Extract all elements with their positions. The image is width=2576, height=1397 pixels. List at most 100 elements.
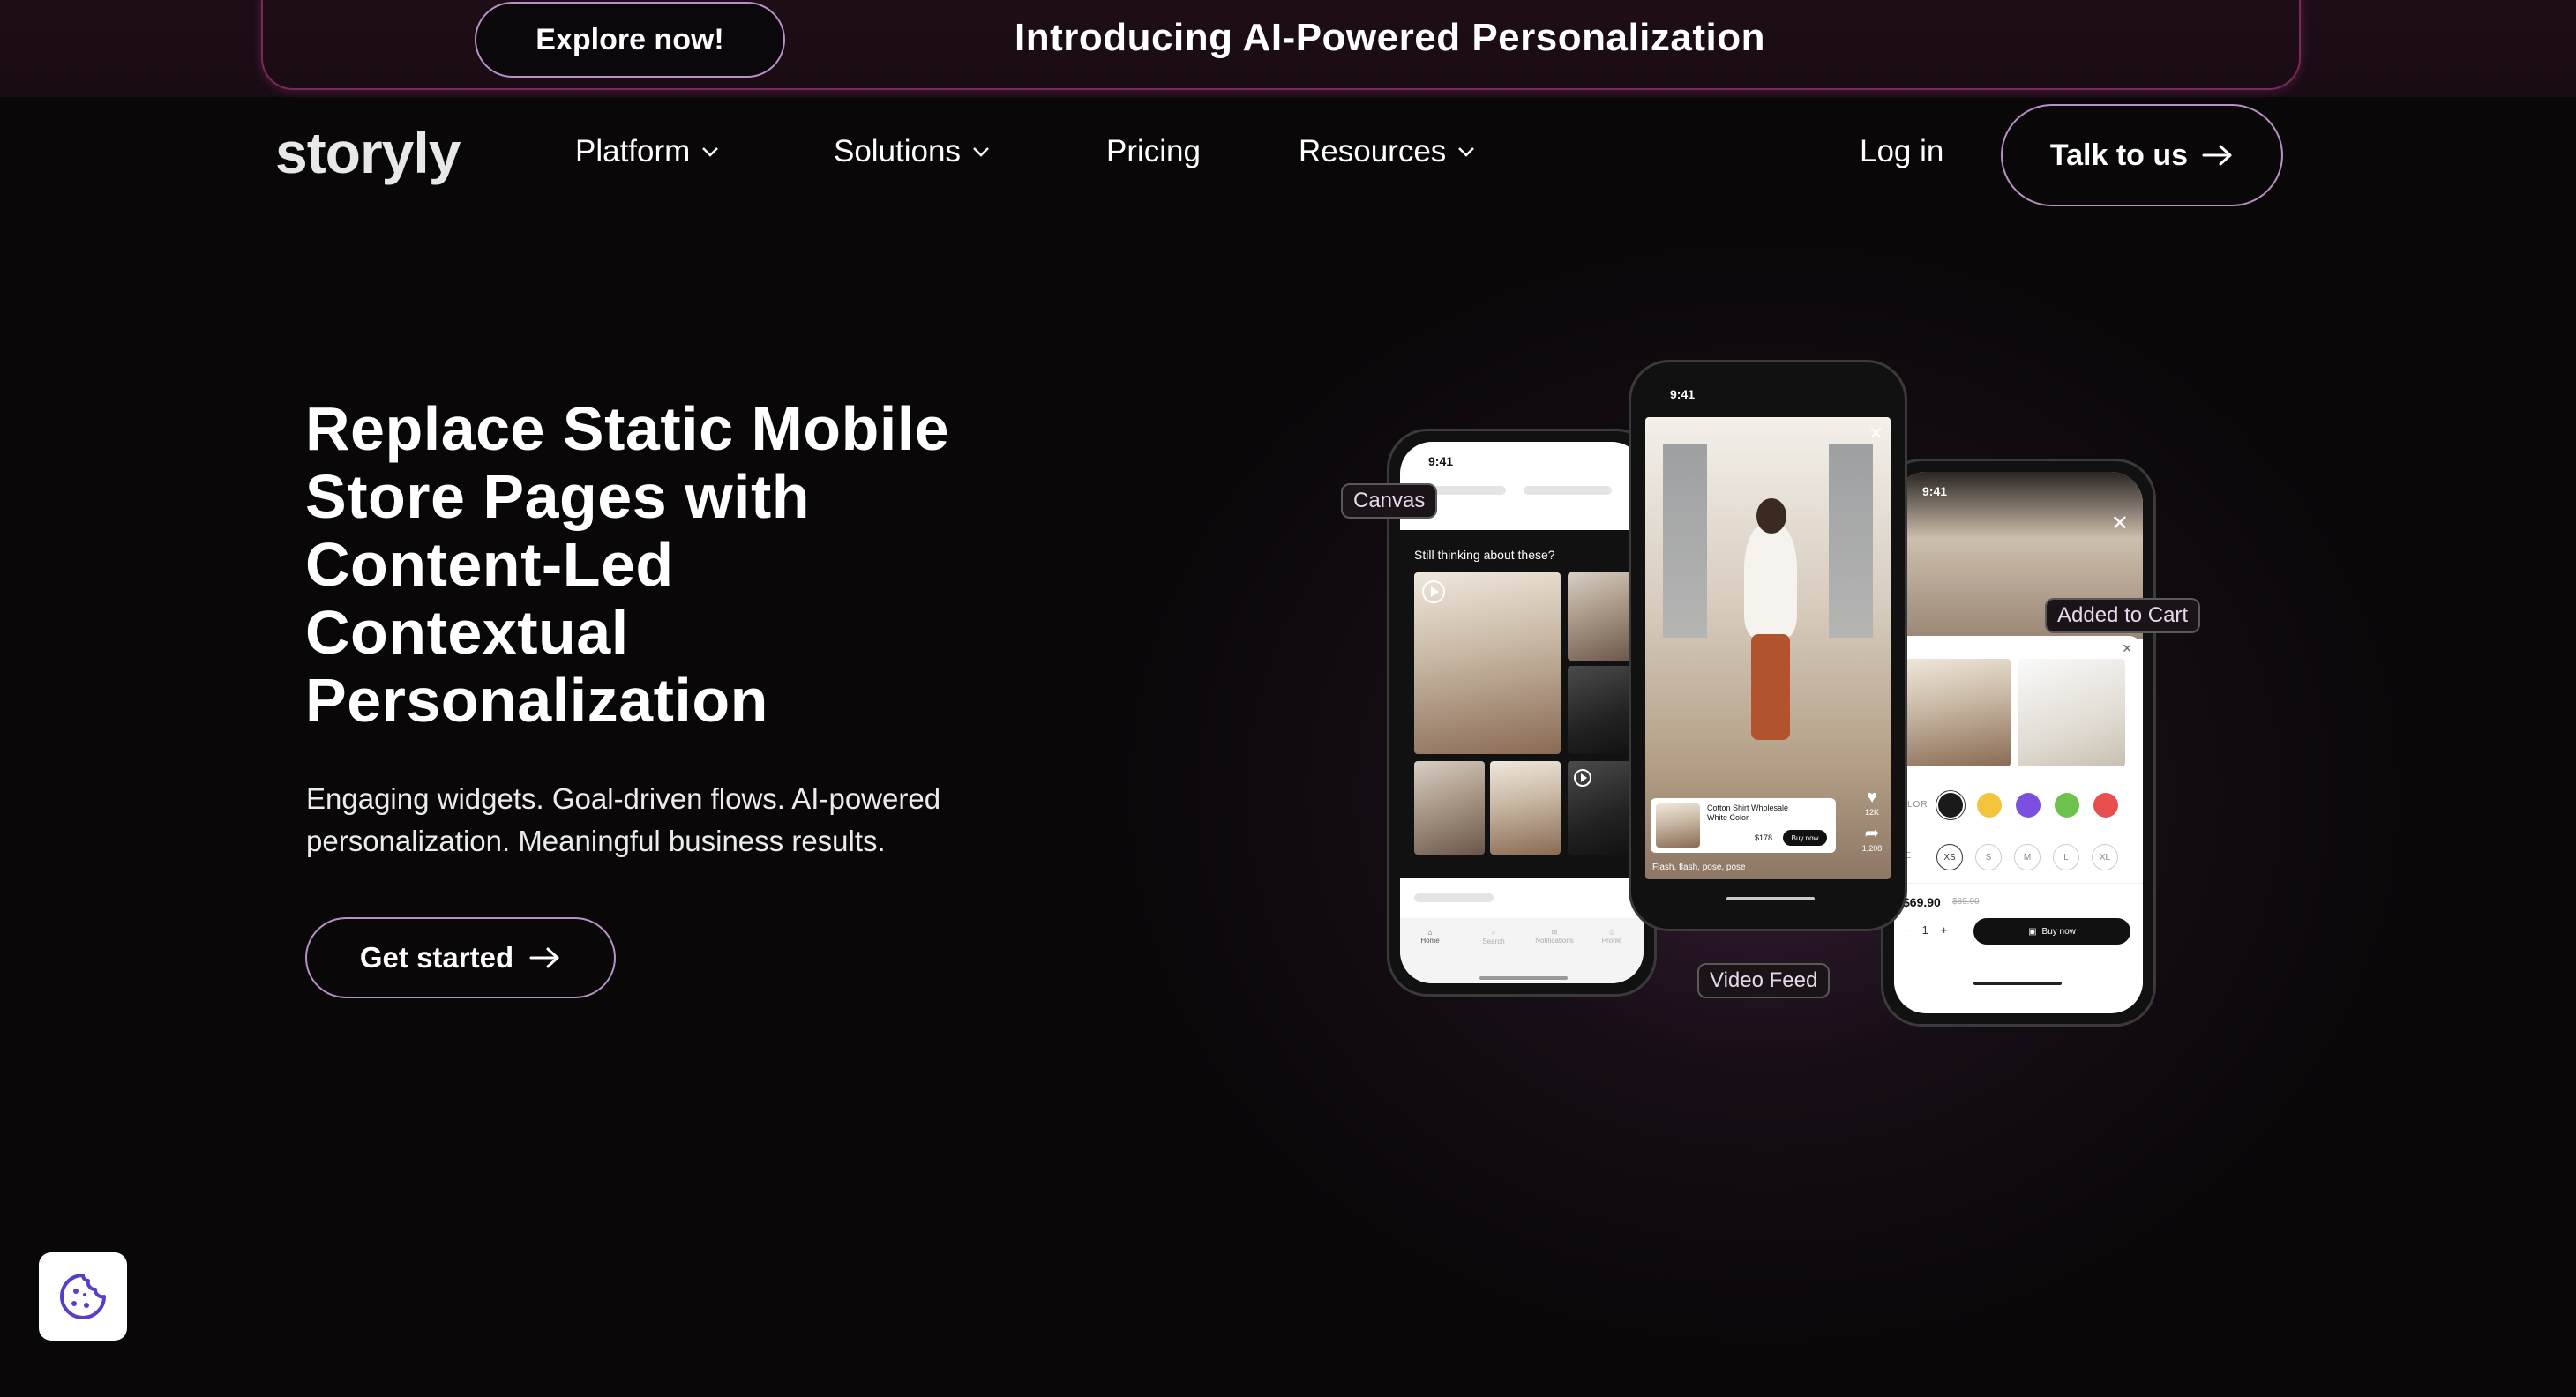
heart-icon[interactable]: ♥ (1859, 788, 1885, 808)
plus-icon[interactable]: + (1941, 923, 1948, 937)
window-right (1829, 444, 1873, 638)
product-image (2018, 659, 2125, 766)
added-to-cart-chip: Added to Cart (2045, 598, 2201, 633)
chevron-down-icon (702, 147, 719, 157)
nav-pricing[interactable]: Pricing (1106, 134, 1201, 169)
nav-platform[interactable]: Platform (575, 134, 720, 169)
quantity-value: 1 (1921, 923, 1928, 937)
hero-title: Replace Static Mobile Store Pages with C… (305, 395, 1099, 735)
bag-icon: ▣ (2028, 926, 2037, 937)
get-started-button[interactable]: Get started (305, 917, 616, 998)
product-image[interactable] (1568, 572, 1635, 661)
color-swatch-green[interactable] (2055, 793, 2079, 818)
hero-subtitle-line: Engaging widgets. Goal-driven flows. AI-… (306, 782, 941, 815)
talk-to-us-button[interactable]: Talk to us (2001, 104, 2283, 206)
tab-bar: ⌂ Home ⌕ Search ✉ Notifications ☺ Profile (1400, 918, 1644, 983)
hero-title-line: Personalization (305, 666, 768, 735)
hero-title-line: Content-Led (305, 530, 674, 599)
tab-search-label: Search (1482, 938, 1505, 945)
phone-video-feed: 9:41 ✕ Cotton Shirt Wholesale White Colo… (1629, 360, 1907, 931)
nav-platform-label: Platform (575, 134, 691, 168)
quantity-stepper[interactable]: − 1 + (1903, 923, 1947, 937)
product-sheet: ✕ COLOR SIZE XS S M L XL $69.90 $89.90 −… (1894, 636, 2143, 1006)
tab-notifications-label: Notifications (1535, 937, 1574, 945)
close-icon[interactable]: ✕ (2111, 511, 2129, 536)
placeholder-bar (1414, 893, 1494, 902)
product-image[interactable] (1414, 761, 1485, 855)
phone-video-feed-screen: 9:41 ✕ Cotton Shirt Wholesale White Colo… (1642, 373, 1894, 918)
cookie-icon (60, 1274, 106, 1319)
model-pants (1751, 634, 1790, 740)
close-icon[interactable]: ✕ (1868, 422, 1883, 444)
nav-resources-label: Resources (1299, 134, 1447, 168)
hero-title-line: Contextual (305, 598, 629, 667)
divider (1894, 883, 2143, 884)
color-swatch-black[interactable] (1938, 793, 1963, 818)
canvas-widget: Still thinking about these? (1400, 532, 1644, 878)
hero-subtitle-line: personalization. Meaningful business res… (306, 825, 886, 857)
size-option-xs[interactable]: XS (1936, 844, 1963, 870)
placeholder-bar (1524, 486, 1612, 495)
tab-home[interactable]: ⌂ Home (1412, 929, 1448, 945)
tab-search[interactable]: ⌕ Search (1476, 929, 1511, 945)
video-caption: Flash, flash, pose, pose (1652, 863, 1746, 872)
color-swatch-red[interactable] (2093, 793, 2118, 818)
product-price: $178 (1755, 833, 1773, 842)
product-card[interactable]: Cotton Shirt Wholesale White Color $178 … (1651, 798, 1836, 853)
minus-icon[interactable]: − (1903, 923, 1910, 937)
video-frame[interactable]: ✕ Cotton Shirt Wholesale White Color $17… (1645, 417, 1891, 879)
chevron-down-icon (973, 147, 989, 157)
buy-now-button[interactable]: Buy now (1783, 830, 1827, 846)
tab-notifications[interactable]: ✉ Notifications (1532, 929, 1576, 945)
play-icon[interactable] (1573, 768, 1592, 788)
play-icon[interactable] (1421, 579, 1446, 604)
login-link[interactable]: Log in (1860, 134, 1943, 169)
model-shirt (1744, 523, 1797, 638)
product-price: $69.90 (1903, 895, 1941, 909)
canvas-heading: Still thinking about these? (1414, 548, 1555, 562)
nav-pricing-label: Pricing (1106, 134, 1201, 168)
color-swatch-purple[interactable] (2016, 793, 2041, 818)
phone-added-to-cart: 9:41 ✕ ✕ COLOR SIZE XS S M L XL $69.90 $… (1881, 459, 2156, 1027)
close-icon[interactable]: ✕ (2122, 641, 2132, 656)
get-started-label: Get started (359, 941, 514, 974)
home-indicator (1973, 982, 2062, 985)
home-indicator (1479, 976, 1568, 980)
product-image[interactable] (1568, 666, 1635, 754)
tab-profile[interactable]: ☺ Profile (1594, 929, 1629, 945)
model-hair (1756, 498, 1786, 534)
announcement-text: Introducing AI-Powered Personalization (1015, 16, 1766, 59)
home-indicator (1726, 897, 1815, 900)
tab-home-label: Home (1420, 937, 1440, 945)
window-left (1663, 444, 1707, 638)
nav-resources[interactable]: Resources (1299, 134, 1476, 169)
buy-now-button[interactable]: ▣ Buy now (1973, 918, 2130, 945)
arrow-right-icon (2202, 145, 2232, 166)
phone-added-to-cart-screen: 9:41 ✕ ✕ COLOR SIZE XS S M L XL $69.90 $… (1894, 472, 2143, 1013)
likes-count: 12K (1864, 808, 1879, 817)
talk-to-us-label: Talk to us (2049, 138, 2189, 172)
status-time: 9:41 (1428, 454, 1454, 468)
chevron-down-icon (1458, 147, 1475, 157)
size-option-m[interactable]: M (2014, 844, 2041, 870)
share-icon[interactable]: ➦ (1859, 822, 1885, 844)
shares-count: 1,208 (1861, 844, 1883, 853)
product-image (1903, 659, 2011, 766)
video-feed-chip: Video Feed (1697, 963, 1831, 998)
nav-solutions[interactable]: Solutions (834, 134, 991, 169)
buy-now-label: Buy now (2041, 926, 2076, 937)
hero-subtitle: Engaging widgets. Goal-driven flows. AI-… (306, 778, 1100, 863)
explore-now-button[interactable]: Explore now! (475, 2, 785, 78)
product-thumbnail (1656, 803, 1700, 848)
product-image[interactable] (1490, 761, 1561, 855)
engagement-rail: ♥ 12K ➦ 1,208 (1859, 788, 1885, 853)
size-option-xl[interactable]: XL (2092, 844, 2118, 870)
product-name: Cotton Shirt Wholesale White Color (1707, 803, 1789, 822)
hero-title-line: Replace Static Mobile (305, 394, 950, 463)
size-option-l[interactable]: L (2053, 844, 2079, 870)
size-option-s[interactable]: S (1975, 844, 2002, 870)
storyly-logo[interactable]: storyly (275, 119, 461, 186)
color-swatch-yellow[interactable] (1977, 793, 2002, 818)
canvas-chip: Canvas (1341, 483, 1438, 519)
cookie-settings-button[interactable] (39, 1252, 127, 1341)
